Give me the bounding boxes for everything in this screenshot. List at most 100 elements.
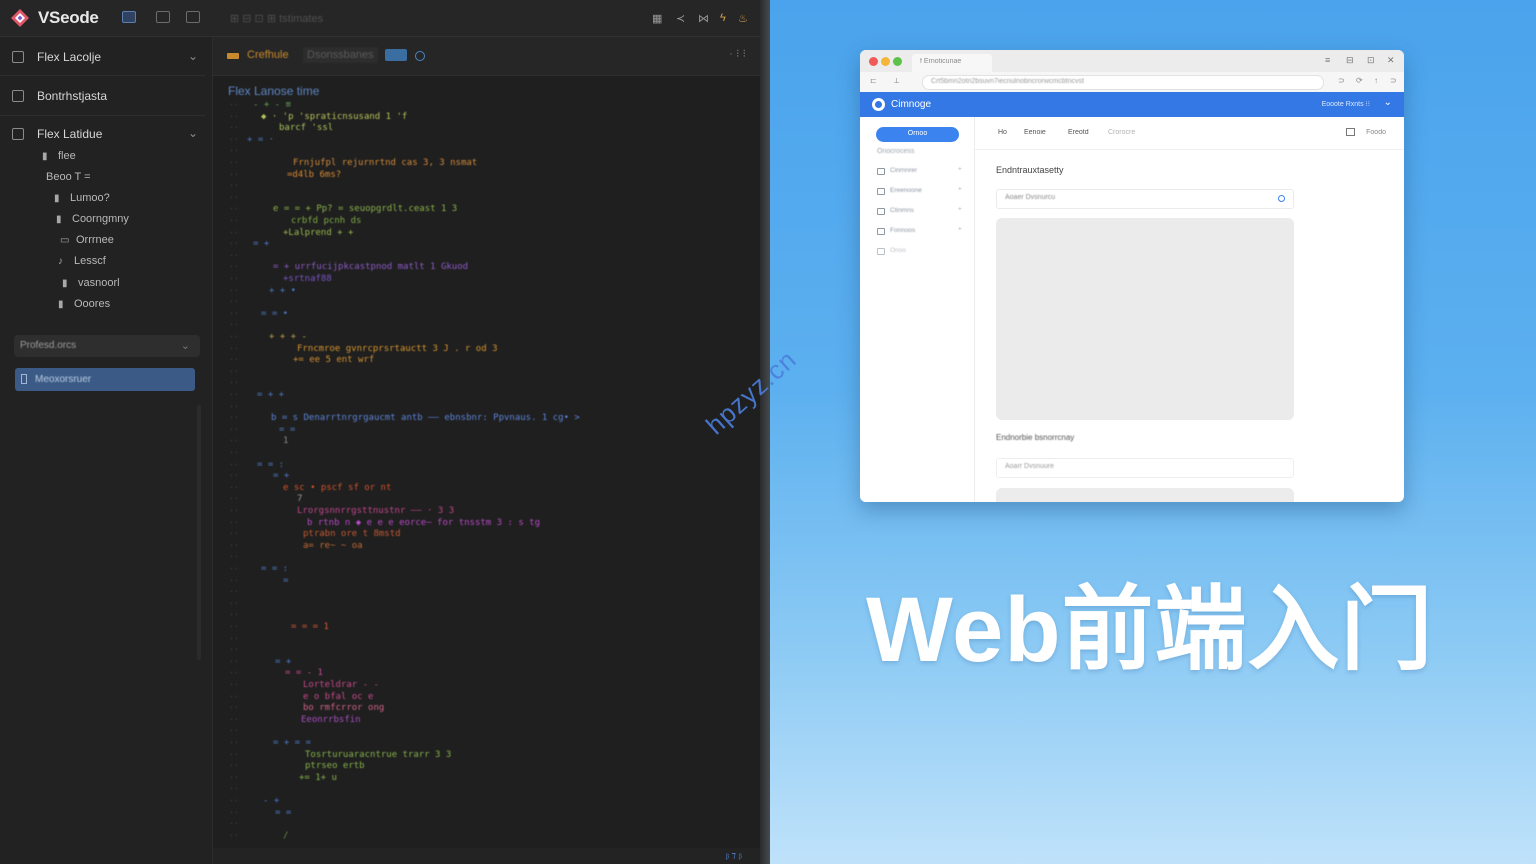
chevron-down-icon[interactable]: ⌄: [188, 49, 198, 63]
download-icon[interactable]: ⟂: [894, 76, 899, 86]
line-number: ··: [229, 169, 239, 179]
sidebar-scrollbar[interactable]: [197, 405, 201, 660]
primary-button[interactable]: Ornoo: [876, 127, 959, 142]
sidebar-dropdown[interactable]: Profesd.orcs ⌄: [14, 335, 200, 357]
line-number: ··: [229, 436, 239, 446]
header-actions[interactable]: Eooote Rxnts ⁝⁝: [1322, 100, 1370, 108]
tree-item[interactable]: ▮ vasnoorl: [62, 277, 120, 295]
layout-icon[interactable]: [186, 11, 200, 23]
line-number: ··: [229, 181, 239, 191]
code-line: +Lalprend + +: [283, 227, 354, 238]
breadcrumb[interactable]: Flex Lanose time: [228, 84, 319, 98]
address-bar[interactable]: Crt5bmn2otn2bsuvn7iecnulnobncrorwcmcbtnc…: [922, 75, 1324, 90]
share-icon[interactable]: ↑: [1374, 76, 1378, 85]
explorer-sidebar: Flex Lacolje ⌄ Bontrhstjasta Flex Latidu…: [0, 37, 213, 864]
flame-icon[interactable]: ♨: [738, 12, 748, 25]
tree-item[interactable]: ▮ Coorngmny: [56, 213, 129, 231]
search-icon[interactable]: [1278, 195, 1285, 202]
tree-item[interactable]: ▭ Orrrnee: [60, 234, 114, 252]
line-number: ··: [229, 633, 239, 643]
tree-item[interactable]: ▮ Ooores: [58, 298, 110, 316]
line-number: ··: [229, 645, 239, 655]
info-icon: [877, 228, 885, 235]
tree-item[interactable]: ▮ Lumoo?: [54, 192, 110, 210]
tab-active[interactable]: Crefhule: [247, 49, 289, 61]
site-topnav: Ho Eenoie Ereotd Crorocre Foodo: [975, 117, 1404, 150]
line-number: ··: [229, 494, 239, 504]
line-number: ··: [229, 285, 239, 295]
line-number: ··: [229, 796, 239, 805]
line-number: ··: [229, 540, 239, 550]
close-window-icon[interactable]: [869, 57, 878, 66]
grid-icon[interactable]: ▦: [652, 12, 662, 25]
code-area[interactable]: ·· - + - ≡ ·· ◆ · 'p 'spraticnsusand 1 'f ··…: [213, 100, 762, 840]
nav-link[interactable]: Crorocre: [1108, 129, 1135, 136]
more-actions-icon[interactable]: · ⁝ ⁝: [729, 47, 746, 60]
line-number: ··: [229, 448, 239, 457]
line-number: ··: [229, 587, 239, 597]
preview-icon[interactable]: [385, 49, 407, 61]
sidebar-item[interactable]: Ereenoone +: [877, 186, 962, 198]
tree-item[interactable]: ♪ Lesscf: [58, 255, 106, 273]
back-icon[interactable]: ⊏: [870, 76, 877, 85]
code-line: e o bfal oc e: [303, 691, 374, 702]
sidebar-active-item[interactable]: Meoxorsruer: [15, 368, 195, 391]
sidebar-section-2[interactable]: Bontrhstjasta: [0, 78, 212, 114]
sidebar-item[interactable]: Fonnoos +: [877, 226, 962, 238]
sidebar-item[interactable]: Cinrnnrer +: [877, 166, 962, 178]
text-input[interactable]: Aoarr Dvsnuure: [996, 458, 1294, 478]
browser-tab[interactable]: f Ernoticunae: [912, 54, 992, 72]
tree-item-label: flee: [58, 150, 76, 162]
nav-link[interactable]: Eenoie: [1024, 129, 1046, 136]
window-icon[interactable]: [1346, 128, 1355, 136]
line-number: ··: [229, 366, 239, 376]
nav-right-label[interactable]: Foodo: [1366, 129, 1386, 136]
button-label: Ornoo: [907, 130, 928, 137]
tree-item[interactable]: Beoo T =: [46, 171, 91, 189]
tree-item[interactable]: ▮ flee: [42, 150, 76, 168]
sidebar-item-label: Onoo: [890, 247, 906, 254]
minimize-window-icon[interactable]: [881, 57, 890, 66]
line-number: ··: [229, 830, 239, 840]
sidebar-item-label: Cinrnnrer: [890, 167, 918, 174]
minimize-icon[interactable]: ⊟: [1346, 55, 1354, 66]
nav-link[interactable]: Ho: [998, 129, 1007, 136]
sidebar-item-label: Fonnoos: [890, 227, 916, 234]
sidebar-section-1[interactable]: Flex Lacolje ⌄: [0, 39, 212, 75]
restore-icon[interactable]: ⊡: [1367, 55, 1375, 66]
branch-icon[interactable]: ⋈: [698, 12, 709, 25]
line-number: ··: [229, 204, 239, 214]
chevron-down-icon[interactable]: ⌄: [1384, 97, 1392, 108]
settings-icon[interactable]: ⊃: [1390, 76, 1397, 85]
sidebar-item[interactable]: Ctinmns +: [877, 206, 962, 218]
menu-icon[interactable]: ≡: [1325, 55, 1330, 65]
sidebar-item[interactable]: Onoo: [877, 246, 962, 258]
app-title: VSeode: [38, 8, 99, 27]
site-title[interactable]: Cimnoge: [891, 99, 931, 110]
reload-icon[interactable]: ⟳: [1356, 76, 1363, 85]
line-number: ··: [229, 343, 239, 353]
titlebar-search[interactable]: ⊞ ⊟ ⊡ ⊞ tstimates: [230, 12, 323, 25]
share-icon[interactable]: ≺: [676, 12, 685, 25]
chevron-down-icon[interactable]: ⌄: [188, 126, 198, 140]
sidebar-section-3[interactable]: Flex Latidue ⌄: [0, 116, 212, 152]
refresh-icon[interactable]: [415, 51, 425, 61]
extension-icon[interactable]: ⊃: [1338, 76, 1345, 85]
line-number: ··: [229, 749, 239, 759]
maximize-window-icon[interactable]: [893, 57, 902, 66]
code-line: 1: [283, 436, 289, 447]
site-logo-icon[interactable]: [872, 98, 885, 111]
code-line: ◆ · 'p 'spraticnsusand 1 'f: [261, 111, 408, 122]
explorer-icon[interactable]: [122, 11, 136, 23]
line-number: ··: [229, 192, 239, 202]
nav-link[interactable]: Ereotd: [1068, 129, 1089, 136]
search-input[interactable]: Aoaer Dvsnurcu: [996, 189, 1294, 209]
window-edge: [760, 0, 770, 864]
split-editor-icon[interactable]: [156, 11, 170, 23]
code-line: barcf 'ssl: [279, 123, 334, 134]
close-icon[interactable]: ✕: [1387, 55, 1395, 66]
flash-icon[interactable]: ϟ: [720, 12, 726, 24]
tab-inactive[interactable]: Dsonssbanes: [303, 47, 378, 63]
editor-tabbar: Crefhule Dsonssbanes · ⁝ ⁝: [213, 37, 762, 76]
sidebar-section-label: Bontrhstjasta: [37, 89, 108, 103]
